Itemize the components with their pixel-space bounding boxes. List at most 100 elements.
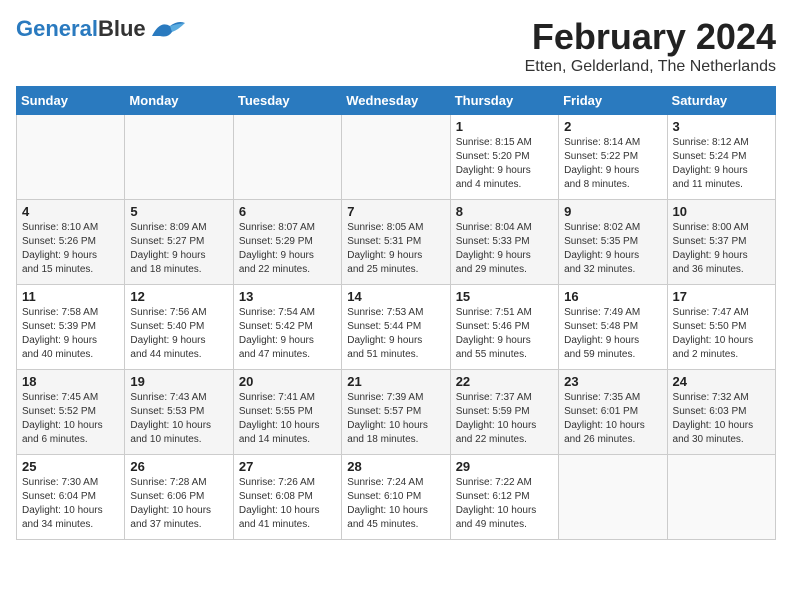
day-number: 8 (456, 204, 553, 219)
calendar-cell: 10Sunrise: 8:00 AM Sunset: 5:37 PM Dayli… (667, 200, 775, 285)
day-info: Sunrise: 7:47 AM Sunset: 5:50 PM Dayligh… (673, 306, 770, 362)
calendar-cell: 21Sunrise: 7:39 AM Sunset: 5:57 PM Dayli… (342, 370, 450, 455)
day-number: 13 (239, 289, 336, 304)
title-area: February 2024 Etten, Gelderland, The Net… (525, 16, 776, 76)
calendar-cell: 29 Sunrise: 7:22 AM Sunset: 6:12 PM Dayli… (450, 455, 558, 540)
day-info: Sunrise: 8:14 AM Sunset: 5:22 PM Dayligh… (564, 136, 661, 192)
calendar-cell: 26 Sunrise: 7:28 AM Sunset: 6:06 PM Dayli… (125, 455, 233, 540)
day-info: Sunrise: 7:39 AM Sunset: 5:57 PM Dayligh… (347, 391, 444, 447)
day-info: Sunrise: 7:26 AM Sunset: 6:08 PM Dayligh… (239, 476, 336, 532)
weekday-header: Wednesday (342, 87, 450, 115)
calendar-cell: 8 Sunrise: 8:04 AM Sunset: 5:33 PM Daylig… (450, 200, 558, 285)
day-info: Sunrise: 7:51 AM Sunset: 5:46 PM Dayligh… (456, 306, 553, 362)
day-info: Sunrise: 8:15 AM Sunset: 5:20 PM Dayligh… (456, 136, 553, 192)
day-info: Sunrise: 8:02 AM Sunset: 5:35 PM Dayligh… (564, 221, 661, 277)
day-info: Sunrise: 8:00 AM Sunset: 5:37 PM Dayligh… (673, 221, 770, 277)
day-number: 28 (347, 459, 444, 474)
weekday-header: Friday (559, 87, 667, 115)
calendar-cell: 14 Sunrise: 7:53 AM Sunset: 5:44 PM Dayli… (342, 285, 450, 370)
day-info: Sunrise: 8:04 AM Sunset: 5:33 PM Dayligh… (456, 221, 553, 277)
day-info: Sunrise: 7:45 AM Sunset: 5:52 PM Dayligh… (22, 391, 119, 447)
day-number: 23 (564, 374, 661, 389)
day-number: 9 (564, 204, 661, 219)
calendar-cell: 28 Sunrise: 7:24 AM Sunset: 6:10 PM Dayli… (342, 455, 450, 540)
day-info: Sunrise: 7:32 AM Sunset: 6:03 PM Dayligh… (673, 391, 770, 447)
calendar-cell (342, 115, 450, 200)
calendar-cell: 24 Sunrise: 7:32 AM Sunset: 6:03 PM Dayli… (667, 370, 775, 455)
day-number: 26 (130, 459, 227, 474)
calendar-cell: 13Sunrise: 7:54 AM Sunset: 5:42 PM Dayli… (233, 285, 341, 370)
day-info: Sunrise: 7:35 AM Sunset: 6:01 PM Dayligh… (564, 391, 661, 447)
day-number: 20 (239, 374, 336, 389)
day-number: 18 (22, 374, 119, 389)
day-number: 15 (456, 289, 553, 304)
calendar-cell: 17 Sunrise: 7:47 AM Sunset: 5:50 PM Dayli… (667, 285, 775, 370)
logo-text: GeneralBlue (16, 16, 146, 42)
header: GeneralBlue February 2024 Etten, Gelderl… (16, 16, 776, 76)
day-number: 19 (130, 374, 227, 389)
calendar-cell (17, 115, 125, 200)
weekday-header: Saturday (667, 87, 775, 115)
calendar-cell: 27 Sunrise: 7:26 AM Sunset: 6:08 PM Dayli… (233, 455, 341, 540)
day-info: Sunrise: 7:37 AM Sunset: 5:59 PM Dayligh… (456, 391, 553, 447)
calendar-cell (125, 115, 233, 200)
calendar-week-row: 1 Sunrise: 8:15 AM Sunset: 5:20 PM Daylig… (17, 115, 776, 200)
logo-bird-icon (150, 18, 186, 40)
calendar-cell: 1 Sunrise: 8:15 AM Sunset: 5:20 PM Daylig… (450, 115, 558, 200)
day-number: 3 (673, 119, 770, 134)
day-info: Sunrise: 7:43 AM Sunset: 5:53 PM Dayligh… (130, 391, 227, 447)
calendar-cell: 16 Sunrise: 7:49 AM Sunset: 5:48 PM Dayli… (559, 285, 667, 370)
calendar-cell (559, 455, 667, 540)
day-info: Sunrise: 7:24 AM Sunset: 6:10 PM Dayligh… (347, 476, 444, 532)
day-number: 11 (22, 289, 119, 304)
day-info: Sunrise: 8:10 AM Sunset: 5:26 PM Dayligh… (22, 221, 119, 277)
calendar-cell: 19 Sunrise: 7:43 AM Sunset: 5:53 PM Dayli… (125, 370, 233, 455)
day-number: 2 (564, 119, 661, 134)
calendar-week-row: 4 Sunrise: 8:10 AM Sunset: 5:26 PM Daylig… (17, 200, 776, 285)
calendar-week-row: 25Sunrise: 7:30 AM Sunset: 6:04 PM Dayli… (17, 455, 776, 540)
day-number: 27 (239, 459, 336, 474)
calendar-cell: 15 Sunrise: 7:51 AM Sunset: 5:46 PM Dayli… (450, 285, 558, 370)
calendar-cell: 20Sunrise: 7:41 AM Sunset: 5:55 PM Dayli… (233, 370, 341, 455)
day-info: Sunrise: 7:58 AM Sunset: 5:39 PM Dayligh… (22, 306, 119, 362)
day-number: 7 (347, 204, 444, 219)
calendar-cell: 6Sunrise: 8:07 AM Sunset: 5:29 PM Daylig… (233, 200, 341, 285)
day-number: 16 (564, 289, 661, 304)
day-number: 1 (456, 119, 553, 134)
day-info: Sunrise: 7:56 AM Sunset: 5:40 PM Dayligh… (130, 306, 227, 362)
calendar-cell: 11 Sunrise: 7:58 AM Sunset: 5:39 PM Dayli… (17, 285, 125, 370)
day-number: 29 (456, 459, 553, 474)
day-number: 4 (22, 204, 119, 219)
weekday-header: Monday (125, 87, 233, 115)
weekday-header: Sunday (17, 87, 125, 115)
day-number: 17 (673, 289, 770, 304)
weekday-header: Thursday (450, 87, 558, 115)
calendar-cell: 3Sunrise: 8:12 AM Sunset: 5:24 PM Daylig… (667, 115, 775, 200)
calendar-cell: 2 Sunrise: 8:14 AM Sunset: 5:22 PM Daylig… (559, 115, 667, 200)
calendar-cell: 4 Sunrise: 8:10 AM Sunset: 5:26 PM Daylig… (17, 200, 125, 285)
weekday-header: Tuesday (233, 87, 341, 115)
calendar-cell: 12 Sunrise: 7:56 AM Sunset: 5:40 PM Dayli… (125, 285, 233, 370)
day-info: Sunrise: 7:49 AM Sunset: 5:48 PM Dayligh… (564, 306, 661, 362)
location-title: Etten, Gelderland, The Netherlands (525, 58, 776, 76)
month-title: February 2024 (525, 16, 776, 58)
calendar-cell: 22 Sunrise: 7:37 AM Sunset: 5:59 PM Dayli… (450, 370, 558, 455)
day-info: Sunrise: 7:53 AM Sunset: 5:44 PM Dayligh… (347, 306, 444, 362)
calendar-week-row: 18 Sunrise: 7:45 AM Sunset: 5:52 PM Dayli… (17, 370, 776, 455)
calendar-cell (667, 455, 775, 540)
day-info: Sunrise: 7:28 AM Sunset: 6:06 PM Dayligh… (130, 476, 227, 532)
day-info: Sunrise: 8:09 AM Sunset: 5:27 PM Dayligh… (130, 221, 227, 277)
day-number: 12 (130, 289, 227, 304)
calendar-cell: 23 Sunrise: 7:35 AM Sunset: 6:01 PM Dayli… (559, 370, 667, 455)
calendar-cell: 25Sunrise: 7:30 AM Sunset: 6:04 PM Dayli… (17, 455, 125, 540)
calendar-table: SundayMondayTuesdayWednesdayThursdayFrid… (16, 86, 776, 540)
calendar-cell: 5Sunrise: 8:09 AM Sunset: 5:27 PM Daylig… (125, 200, 233, 285)
day-number: 14 (347, 289, 444, 304)
weekday-header-row: SundayMondayTuesdayWednesdayThursdayFrid… (17, 87, 776, 115)
day-number: 22 (456, 374, 553, 389)
day-number: 6 (239, 204, 336, 219)
day-info: Sunrise: 7:22 AM Sunset: 6:12 PM Dayligh… (456, 476, 553, 532)
day-number: 24 (673, 374, 770, 389)
day-info: Sunrise: 7:30 AM Sunset: 6:04 PM Dayligh… (22, 476, 119, 532)
day-info: Sunrise: 8:05 AM Sunset: 5:31 PM Dayligh… (347, 221, 444, 277)
